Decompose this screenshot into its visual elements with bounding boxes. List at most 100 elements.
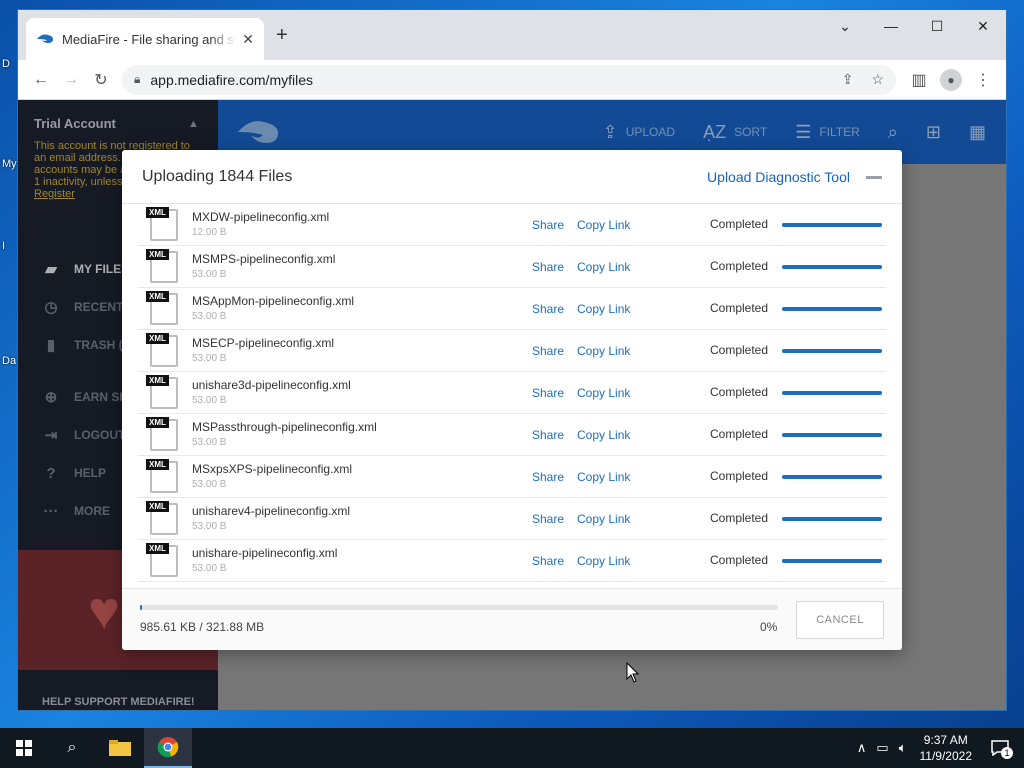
- file-size: 53.00 B: [192, 437, 227, 448]
- file-type-badge: XML: [146, 501, 169, 512]
- xml-file-icon: XML: [146, 291, 178, 325]
- file-name: MSPassthrough-pipelineconfig.xml: [192, 420, 377, 434]
- browser-tab[interactable]: MediaFire - File sharing and storage ✕: [26, 18, 264, 60]
- share-link[interactable]: Share: [532, 554, 564, 568]
- file-explorer-icon[interactable]: [96, 728, 144, 768]
- file-progress-bar: [782, 517, 882, 521]
- upload-diagnostic-link[interactable]: Upload Diagnostic Tool: [707, 169, 850, 185]
- share-link[interactable]: Share: [532, 302, 564, 316]
- mediafire-favicon-icon: [36, 30, 54, 48]
- browser-menu-icon[interactable]: ⋮: [968, 65, 998, 95]
- tab-search-icon[interactable]: ⌄: [822, 10, 868, 42]
- desktop-icon-label[interactable]: D: [2, 58, 10, 70]
- profile-button[interactable]: ●: [936, 65, 966, 95]
- windows-logo-icon: [16, 740, 32, 756]
- file-name: MSAppMon-pipelineconfig.xml: [192, 294, 355, 308]
- taskbar-clock[interactable]: 9:37 AM 11/9/2022: [920, 732, 973, 764]
- tab-close-icon[interactable]: ✕: [242, 31, 254, 48]
- maximize-window-icon[interactable]: ☐: [914, 10, 960, 42]
- upload-status: Completed: [710, 511, 769, 525]
- upload-status: Completed: [710, 553, 769, 567]
- share-link[interactable]: Share: [532, 260, 564, 274]
- file-progress-fill: [782, 475, 882, 479]
- xml-file-icon: XML: [146, 333, 178, 367]
- forward-icon[interactable]: →: [56, 65, 86, 95]
- lock-icon[interactable]: 🔒︎: [134, 72, 140, 87]
- action-center-icon[interactable]: 1: [986, 737, 1014, 759]
- desktop-icon-label[interactable]: My: [2, 158, 17, 170]
- copy-link[interactable]: Copy Link: [577, 344, 630, 358]
- file-progress-fill: [782, 223, 882, 227]
- file-row: XML MSxpsXPS-pipelineconfig.xml 53.00 B …: [138, 456, 886, 498]
- file-size: 53.00 B: [192, 353, 227, 364]
- back-icon[interactable]: ←: [26, 65, 56, 95]
- file-progress-bar: [782, 559, 882, 563]
- chrome-taskbar-icon[interactable]: [144, 728, 192, 768]
- file-row: XML unishare-pipelineconfig.xml 53.00 B …: [138, 540, 886, 582]
- file-row: XML MSMPS-pipelineconfig.xml 53.00 B Sha…: [138, 246, 886, 288]
- reload-icon[interactable]: ↻: [86, 65, 116, 95]
- xml-file-icon: XML: [146, 543, 178, 577]
- copy-link[interactable]: Copy Link: [577, 386, 630, 400]
- new-tab-icon[interactable]: +: [276, 24, 288, 47]
- network-icon[interactable]: ▭: [876, 740, 888, 756]
- xml-file-icon: XML: [146, 207, 178, 241]
- file-size: 53.00 B: [192, 311, 227, 322]
- file-type-badge: XML: [146, 249, 169, 260]
- volume-icon[interactable]: 🔈︎: [899, 740, 907, 756]
- file-type-badge: XML: [146, 291, 169, 302]
- desktop-icon-label[interactable]: Da: [2, 355, 16, 367]
- file-progress-fill: [782, 265, 882, 269]
- side-panel-icon[interactable]: ▥: [904, 65, 934, 95]
- upload-status: Completed: [710, 343, 769, 357]
- bookmark-star-icon[interactable]: ☆: [871, 71, 884, 88]
- file-progress-bar: [782, 349, 882, 353]
- share-link[interactable]: Share: [532, 344, 564, 358]
- share-link[interactable]: Share: [532, 428, 564, 442]
- file-row: XML unisharev4-pipelineconfig.xml 53.00 …: [138, 498, 886, 540]
- file-type-badge: XML: [146, 207, 169, 218]
- file-row: XML unishare3d-pipelineconfig.xml 53.00 …: [138, 372, 886, 414]
- xml-file-icon: XML: [146, 417, 178, 451]
- file-row: XML MSECP-pipelineconfig.xml 53.00 B Sha…: [138, 330, 886, 372]
- desktop-icon-label[interactable]: I: [2, 240, 5, 252]
- dialog-title: Uploading 1844 Files: [142, 168, 293, 185]
- window-controls: ⌄ — ☐ ✕: [822, 10, 1006, 42]
- file-row: XML MSPassthrough-pipelineconfig.xml 53.…: [138, 414, 886, 456]
- file-name: MXDW-pipelineconfig.xml: [192, 210, 330, 224]
- share-link[interactable]: Share: [532, 386, 564, 400]
- total-size-text: 985.61 KB / 321.88 MB: [140, 620, 265, 634]
- xml-file-icon: XML: [146, 501, 178, 535]
- share-page-icon[interactable]: ⇪: [842, 71, 854, 88]
- file-type-badge: XML: [146, 459, 169, 470]
- upload-file-list[interactable]: XML MXDW-pipelineconfig.xml 12.00 B Shar…: [138, 204, 886, 588]
- start-button[interactable]: [0, 728, 48, 768]
- upload-dialog: Uploading 1844 Files Upload Diagnostic T…: [122, 150, 902, 650]
- file-size: 53.00 B: [192, 479, 227, 490]
- dialog-footer: 985.61 KB / 321.88 MB 0% CANCEL: [122, 588, 902, 650]
- cancel-button[interactable]: CANCEL: [796, 601, 884, 639]
- file-row: XML MSAppMon-pipelineconfig.xml 53.00 B …: [138, 288, 886, 330]
- url-text[interactable]: app.mediafire.com/myfiles: [150, 72, 823, 88]
- file-progress-bar: [782, 475, 882, 479]
- upload-status: Completed: [710, 259, 769, 273]
- copy-link[interactable]: Copy Link: [577, 302, 630, 316]
- share-link[interactable]: Share: [532, 512, 564, 526]
- close-window-icon[interactable]: ✕: [960, 10, 1006, 42]
- tray-expand-icon[interactable]: ∧: [857, 740, 867, 756]
- copy-link[interactable]: Copy Link: [577, 470, 630, 484]
- copy-link[interactable]: Copy Link: [577, 260, 630, 274]
- file-name: MSxpsXPS-pipelineconfig.xml: [192, 462, 353, 476]
- copy-link[interactable]: Copy Link: [577, 428, 630, 442]
- omnibox[interactable]: 🔒︎ app.mediafire.com/myfiles ⇪ ☆: [122, 64, 896, 95]
- file-name: unisharev4-pipelineconfig.xml: [192, 504, 351, 518]
- taskbar-search-icon[interactable]: ⌕: [48, 728, 96, 768]
- minimize-window-icon[interactable]: —: [868, 10, 914, 42]
- copy-link[interactable]: Copy Link: [577, 218, 630, 232]
- file-progress-fill: [782, 307, 882, 311]
- share-link[interactable]: Share: [532, 470, 564, 484]
- copy-link[interactable]: Copy Link: [577, 554, 630, 568]
- share-link[interactable]: Share: [532, 218, 564, 232]
- copy-link[interactable]: Copy Link: [577, 512, 630, 526]
- minimize-dialog-icon[interactable]: [866, 176, 882, 179]
